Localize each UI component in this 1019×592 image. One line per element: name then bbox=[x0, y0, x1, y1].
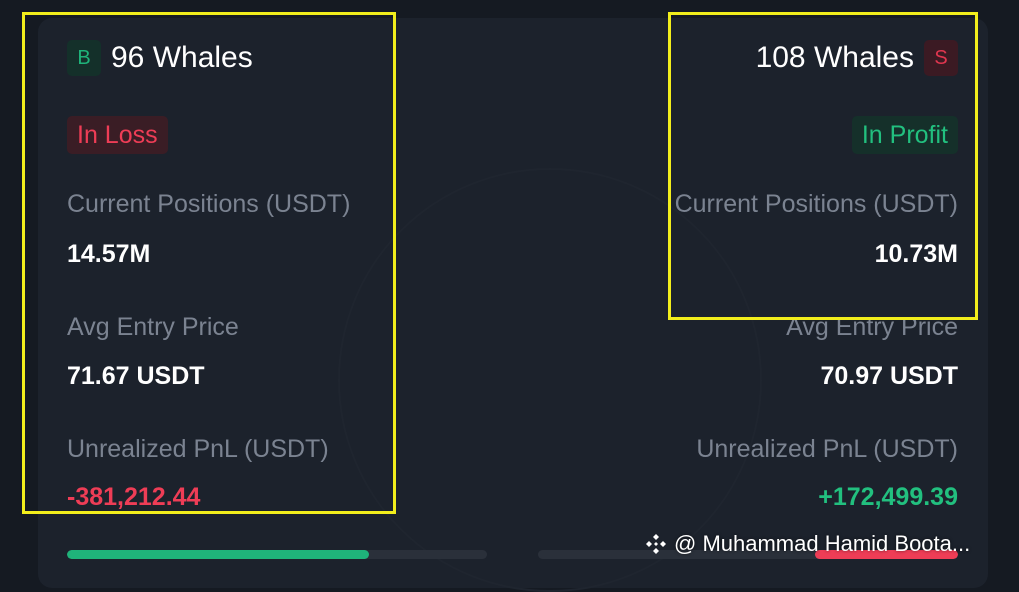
buy-progress-bar bbox=[67, 550, 487, 559]
buy-side-highlight-box bbox=[22, 12, 396, 514]
sell-pnl-label: Unrealized PnL (USDT) bbox=[696, 435, 958, 463]
binance-logo-icon bbox=[646, 534, 666, 554]
watermark-text: @ Muhammad Hamid Boota... bbox=[674, 531, 971, 556]
sell-pnl-value: +172,499.39 bbox=[818, 483, 958, 511]
author-watermark: @ Muhammad Hamid Boota... bbox=[644, 531, 970, 557]
sell-side-highlight-box bbox=[668, 12, 978, 320]
sell-entry-value: 70.97 USDT bbox=[820, 362, 958, 390]
buy-progress-fill bbox=[67, 550, 370, 559]
